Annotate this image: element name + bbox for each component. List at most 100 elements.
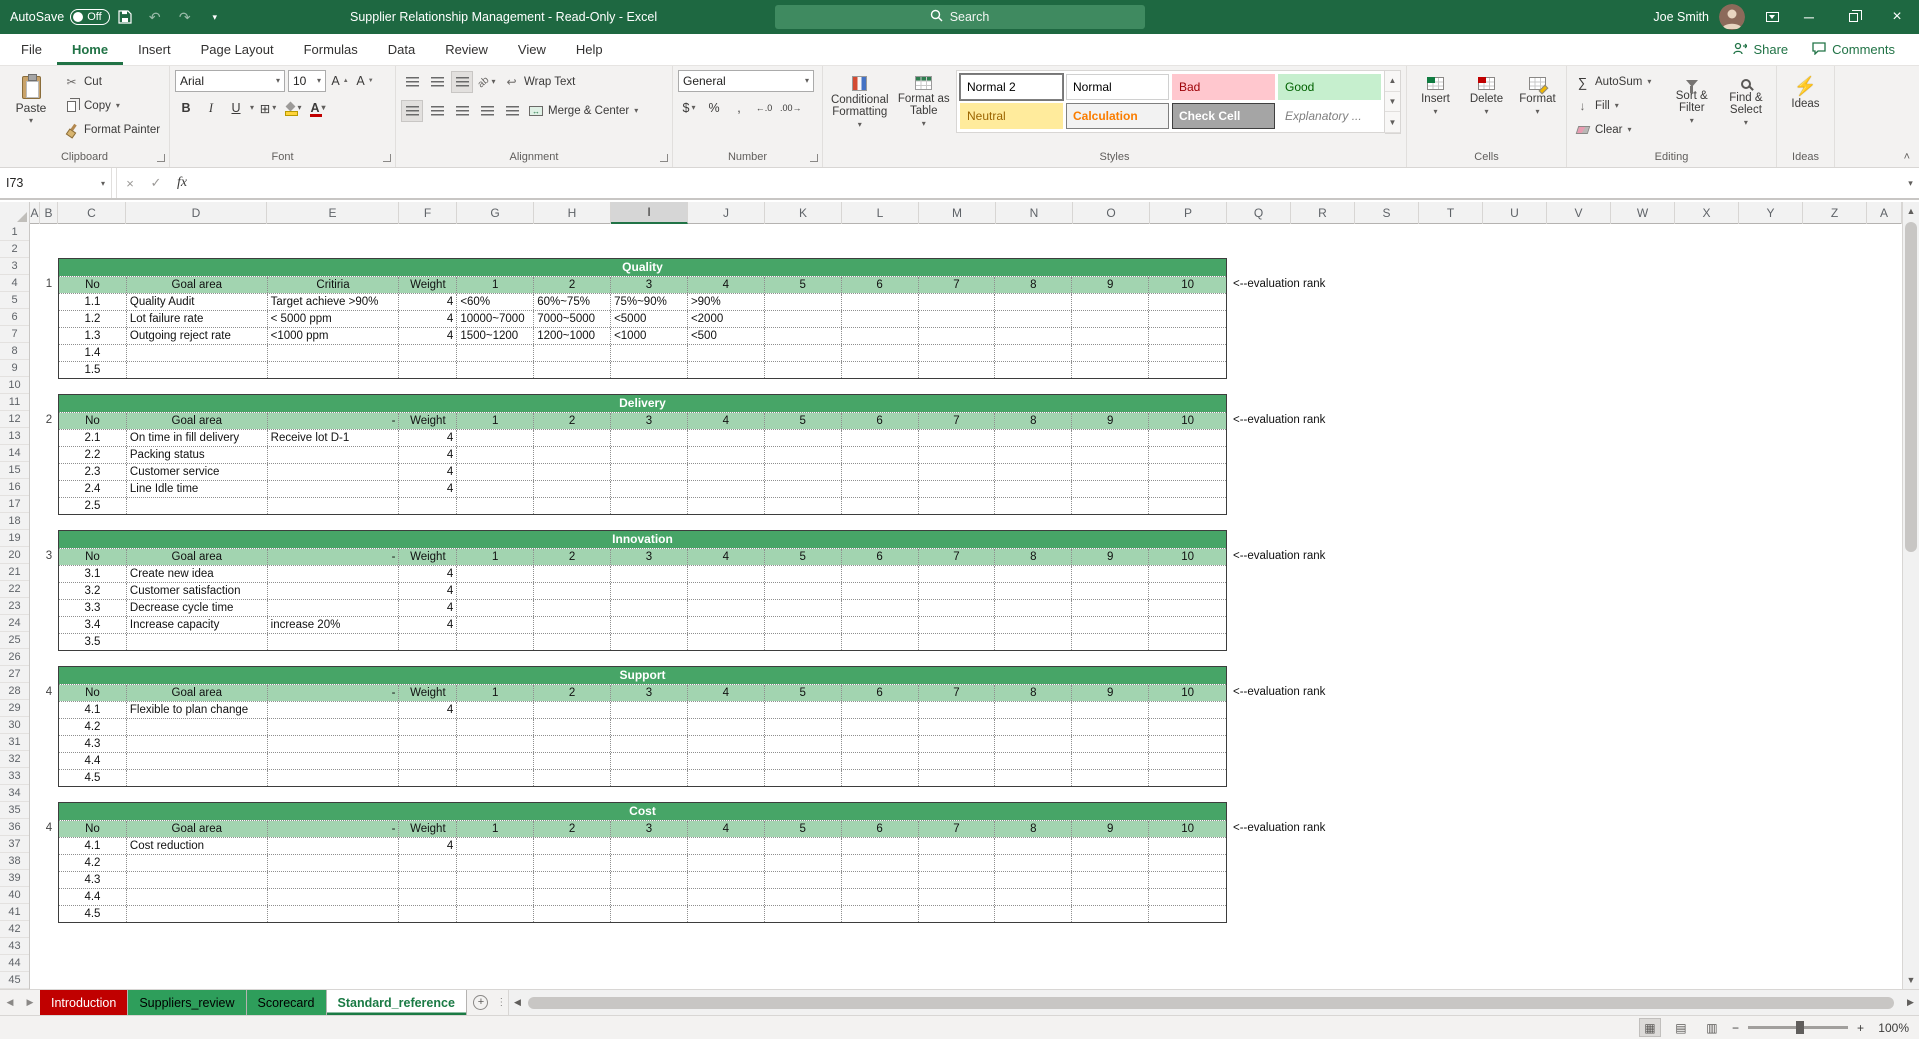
align-left-button[interactable]	[401, 100, 423, 122]
cell-M32[interactable]	[919, 753, 996, 769]
increase-decimal-button[interactable]: ←.0	[753, 97, 775, 119]
cell-E15[interactable]	[268, 464, 400, 480]
cell-C29[interactable]: 4.1	[59, 702, 127, 718]
cell-M33[interactable]	[919, 770, 996, 786]
cell-M38[interactable]	[919, 855, 996, 871]
cell-J25[interactable]	[688, 634, 765, 650]
comments-button[interactable]: Comments	[1802, 41, 1905, 58]
gallery-down-icon[interactable]: ▼	[1385, 92, 1400, 113]
normal-view-button[interactable]: ▦	[1638, 1018, 1661, 1037]
cell-I12[interactable]: 3	[611, 413, 688, 429]
format-as-table-button[interactable]: Format as Table ▾	[896, 70, 952, 148]
alignment-dialog-launcher[interactable]	[660, 154, 668, 162]
row-header-31[interactable]: 31	[0, 734, 29, 751]
cell-F20[interactable]: Weight	[399, 549, 458, 565]
cell-F28[interactable]: Weight	[399, 685, 458, 701]
cell-M23[interactable]	[919, 600, 996, 616]
cell-H22[interactable]	[534, 583, 612, 599]
sheet-tab-introduction[interactable]: Introduction	[40, 990, 129, 1015]
cell-J36[interactable]: 4	[687, 821, 765, 837]
cell-I39[interactable]	[611, 872, 688, 888]
grid-body[interactable]: Quality No Goal area Critiria Weight 1 2 3 4 5 6 7 8…	[0, 224, 1902, 989]
cell-L24[interactable]	[842, 617, 919, 633]
cell-N37[interactable]	[995, 838, 1073, 854]
row-header-45[interactable]: 45	[0, 972, 29, 989]
cell-F30[interactable]	[399, 719, 458, 735]
cell-E41[interactable]	[268, 906, 400, 922]
cell-N6[interactable]	[995, 311, 1073, 327]
cell-E24[interactable]: increase 20%	[268, 617, 400, 633]
row-header-33[interactable]: 33	[0, 768, 29, 785]
cell-N8[interactable]	[995, 345, 1073, 361]
cell-E39[interactable]	[268, 872, 400, 888]
cell-L38[interactable]	[842, 855, 919, 871]
cell-K31[interactable]	[765, 736, 842, 752]
cell-Q12[interactable]: <--evaluation rank	[1233, 411, 1325, 428]
cell-E30[interactable]	[268, 719, 400, 735]
cell-F37[interactable]: 4	[399, 838, 458, 854]
quick-access-toolbar-chevron[interactable]: ▾	[200, 0, 230, 34]
cell-I41[interactable]	[611, 906, 688, 922]
cell-D24[interactable]: Increase capacity	[127, 617, 268, 633]
cell-D17[interactable]	[127, 498, 268, 514]
cell-C6[interactable]: 1.2	[59, 311, 127, 327]
cell-Q20[interactable]: <--evaluation rank	[1233, 547, 1325, 564]
cell-G13[interactable]	[457, 430, 535, 446]
row-header-24[interactable]: 24	[0, 615, 29, 632]
cell-H37[interactable]	[534, 838, 612, 854]
cell-C9[interactable]: 1.5	[59, 362, 127, 378]
row-header-39[interactable]: 39	[0, 870, 29, 887]
cell-F33[interactable]	[399, 770, 458, 786]
cell-G12[interactable]: 1	[457, 413, 535, 429]
cell-F41[interactable]	[399, 906, 458, 922]
cut-button[interactable]: ✂ Cut	[61, 70, 163, 94]
cell-J33[interactable]	[688, 770, 765, 786]
cell-C15[interactable]: 2.3	[59, 464, 127, 480]
cell-C21[interactable]: 3.1	[59, 566, 127, 582]
sheet-nav-right-icon[interactable]: ▶	[20, 990, 40, 1015]
cell-D33[interactable]	[127, 770, 268, 786]
cell-M28[interactable]: 7	[918, 685, 996, 701]
row-header-44[interactable]: 44	[0, 955, 29, 972]
column-header-U[interactable]: U	[1483, 202, 1547, 224]
cell-J40[interactable]	[688, 889, 765, 905]
cell-K9[interactable]	[765, 362, 842, 378]
column-header-G[interactable]: G	[457, 202, 534, 224]
cell-O8[interactable]	[1072, 345, 1150, 361]
cell-G36[interactable]: 1	[457, 821, 535, 837]
cell-I21[interactable]	[611, 566, 688, 582]
ribbon-display-options-button[interactable]	[1757, 0, 1787, 34]
cell-E4[interactable]: Critiria	[267, 277, 400, 293]
cell-M12[interactable]: 7	[918, 413, 996, 429]
row-header-5[interactable]: 5	[0, 292, 29, 309]
cell-D12[interactable]: Goal area	[126, 413, 268, 429]
cell-L13[interactable]	[842, 430, 919, 446]
cell-J5[interactable]: >90%	[688, 294, 765, 310]
cell-H29[interactable]	[534, 702, 612, 718]
cell-O25[interactable]	[1072, 634, 1150, 650]
row-header-1[interactable]: 1	[0, 224, 29, 241]
cell-N16[interactable]	[995, 481, 1073, 497]
cell-H16[interactable]	[534, 481, 612, 497]
zoom-level[interactable]: 100%	[1873, 1021, 1909, 1035]
cell-P17[interactable]	[1149, 498, 1226, 514]
row-header-2[interactable]: 2	[0, 241, 29, 258]
row-header-17[interactable]: 17	[0, 496, 29, 513]
zoom-slider-thumb[interactable]	[1795, 1021, 1804, 1034]
format-painter-button[interactable]: Format Painter	[61, 118, 163, 142]
cell-I23[interactable]	[611, 600, 688, 616]
cell-style-bad[interactable]: Bad	[1172, 74, 1275, 100]
cell-C16[interactable]: 2.4	[59, 481, 127, 497]
cell-I9[interactable]	[611, 362, 688, 378]
borders-button[interactable]: ⊞ ▾	[257, 97, 279, 119]
cell-C40[interactable]: 4.4	[59, 889, 127, 905]
cell-G31[interactable]	[457, 736, 535, 752]
new-sheet-button[interactable]: +	[467, 990, 495, 1015]
row-header-27[interactable]: 27	[0, 666, 29, 683]
cell-N38[interactable]	[995, 855, 1073, 871]
cell-G5[interactable]: <60%	[457, 294, 535, 310]
cell-C8[interactable]: 1.4	[59, 345, 127, 361]
cell-O39[interactable]	[1072, 872, 1150, 888]
cell-I5[interactable]: 75%~90%	[611, 294, 688, 310]
cell-L33[interactable]	[842, 770, 919, 786]
